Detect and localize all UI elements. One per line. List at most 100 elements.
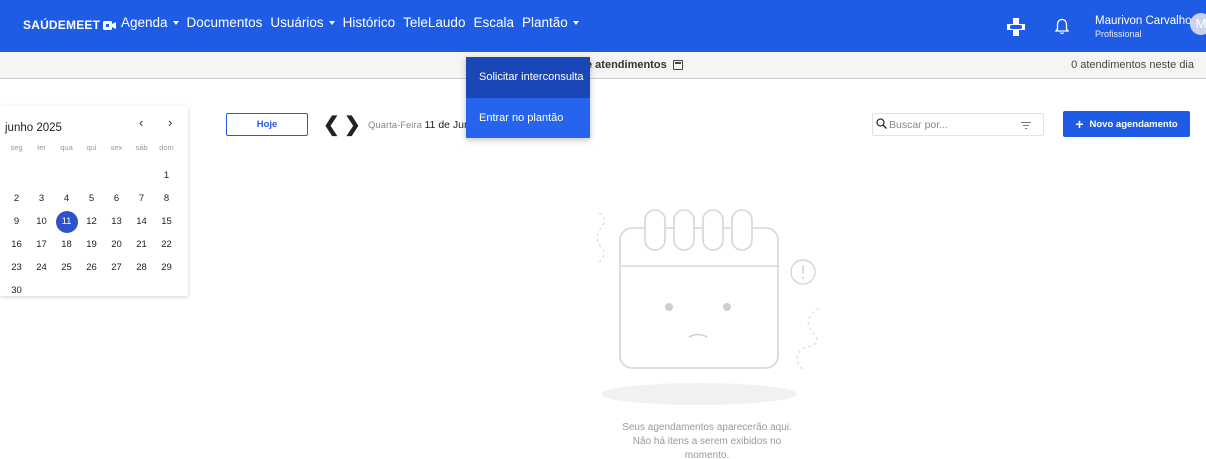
calendar-day[interactable]: 26 [79,256,104,279]
nav-item-escala[interactable]: Escala [473,15,514,30]
new-appointment-button[interactable]: + Novo agendamento [1063,111,1190,137]
top-navbar: SAÚDEMEET Agenda Documentos Usuários His… [0,0,1206,52]
brand-logo[interactable]: SAÚDEMEET [23,18,117,32]
empty-calendar-illustration [597,209,820,405]
avatar[interactable]: M [1190,13,1206,35]
calendar-day[interactable]: 27 [104,256,129,279]
plus-icon: + [1075,116,1084,132]
search-placeholder: Buscar por... [889,119,948,131]
calendar-day[interactable]: 13 [104,210,129,233]
calendar-day[interactable]: 5 [79,187,104,210]
search-icon [876,118,887,129]
calendar-day[interactable]: 15 [154,210,179,233]
empty-line-3: momento. [684,450,730,459]
calendar-day[interactable]: 2 [4,187,29,210]
calendar-day[interactable]: 18 [54,233,79,256]
bell-icon[interactable] [1054,18,1070,35]
weekday-label: Quarta-Feira [368,120,422,131]
calendar-day[interactable]: 30 [4,279,29,302]
calendar-day[interactable]: 12 [79,210,104,233]
calendar-days: 1 2 3 4 5 6 7 8 9 10 11 12 13 14 15 16 17 18 19 20 21 22 23 24 2… [4,164,179,302]
calendar-day[interactable]: 11 [55,210,78,233]
next-month-button[interactable]: › [168,115,172,130]
nav-label: Agenda [121,15,168,30]
nav-label: Histórico [342,15,396,30]
calendar-weekdays: seg ter qua qui sex sáb dom [0,143,188,152]
prev-month-button[interactable]: ‹ [139,115,143,130]
weekday-label: dom [159,143,174,152]
calendar-day[interactable]: 7 [129,187,154,210]
page-title: e atendimentos [586,59,683,71]
calendar-icon[interactable] [672,60,683,70]
calendar-day[interactable]: 29 [154,256,179,279]
calendar-day[interactable]: 28 [129,256,154,279]
calendar-empty-cell [129,164,154,187]
filter-icon[interactable] [1021,122,1031,129]
nav-label: Documentos [186,15,263,30]
weekday-label: seg [10,143,23,152]
empty-line-1: Seus agendamentos aparecerão aqui. [622,422,792,433]
user-name: Maurivon Carvalho [1095,15,1192,27]
page-title-text: e atendimentos [586,59,667,71]
calendar-day[interactable]: 9 [4,210,29,233]
calendar-day[interactable]: 3 [29,187,54,210]
health-plus-icon[interactable] [1006,18,1026,36]
calendar-empty-cell [4,164,29,187]
mini-calendar: junho 2025 ‹ › seg ter qua qui sex sáb dom 123… [0,106,188,296]
brand-name: SAÚDEMEET [23,18,101,32]
caret-down-icon [328,20,335,25]
empty-line-2: Não há itens a serem exibidos no [632,436,782,447]
caret-down-icon [172,20,179,25]
nav-item-telelaudo[interactable]: TeleLaudo [403,15,465,30]
calendar-day[interactable]: 21 [129,233,154,256]
nav-item-agenda[interactable]: Agenda [121,15,179,30]
calendar-month-label: junho 2025 [5,122,62,134]
calendar-day[interactable]: 4 [54,187,79,210]
weekday-label: qua [60,143,73,152]
calendar-empty-cell [79,164,104,187]
nav-item-historico[interactable]: Histórico [343,15,396,30]
calendar-day[interactable]: 19 [79,233,104,256]
calendar-day[interactable]: 17 [29,233,54,256]
date-label: 11 de Jun [424,119,470,131]
prev-day-button[interactable]: ❮ [323,112,340,137]
today-button[interactable]: Hoje [226,113,308,136]
nav-item-plantao[interactable]: Plantão [522,15,579,30]
main-nav: Agenda Documentos Usuários Histórico Tel… [121,15,587,30]
menu-item-solicitar-interconsulta[interactable]: Solicitar interconsulta [466,57,590,98]
next-day-button[interactable]: ❯ [344,112,361,137]
nav-label: Plantão [521,15,568,30]
calendar-empty-cell [54,164,79,187]
video-camera-icon [103,20,117,30]
weekday-label: sáb [135,143,148,152]
menu-item-entrar-no-plantao[interactable]: Entrar no plantão [466,98,590,139]
nav-item-usuarios[interactable]: Usuários [270,15,335,30]
calendar-day[interactable]: 10 [29,210,54,233]
calendar-day[interactable]: 14 [129,210,154,233]
weekday-label: sex [110,143,123,152]
nav-item-documentos[interactable]: Documentos [187,15,263,30]
calendar-empty-cell [29,164,54,187]
calendar-day[interactable]: 8 [154,187,179,210]
plantao-dropdown-menu: Solicitar interconsulta Entrar no plantã… [466,57,590,138]
calendar-day[interactable]: 25 [54,256,79,279]
calendar-empty-cell [104,164,129,187]
current-date-label: Quarta-Feira 11 de Jun [368,119,470,131]
weekday-label: ter [37,143,46,152]
sub-header: e atendimentos 0 atendimentos neste dia [0,52,1206,79]
search-input[interactable]: Buscar por... [872,113,1044,136]
user-info[interactable]: Maurivon Carvalho Profissional [1095,15,1192,41]
appointments-count: 0 atendimentos neste dia [1071,59,1194,71]
user-role: Profissional [1095,29,1142,39]
new-appointment-label: Novo agendamento [1089,118,1178,130]
calendar-day[interactable]: 16 [4,233,29,256]
empty-state-message: Seus agendamentos aparecerão aqui. Não h… [612,421,802,459]
calendar-day[interactable]: 20 [104,233,129,256]
weekday-label: qui [86,143,97,152]
calendar-day[interactable]: 22 [154,233,179,256]
calendar-day[interactable]: 1 [154,164,179,187]
calendar-day[interactable]: 6 [104,187,129,210]
calendar-day[interactable]: 23 [4,256,29,279]
calendar-day[interactable]: 24 [29,256,54,279]
nav-label: TeleLaudo [403,15,466,30]
